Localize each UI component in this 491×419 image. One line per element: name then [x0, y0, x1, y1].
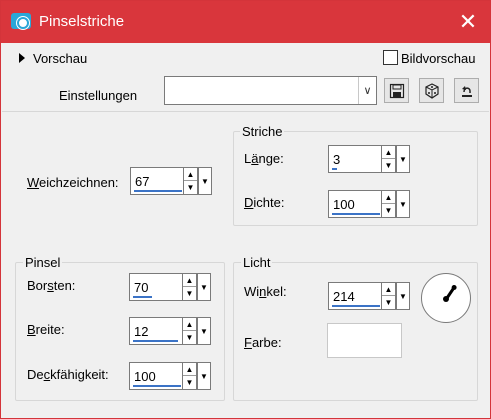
opacity-label: Deckfähigkeit: — [27, 367, 109, 382]
bristles-stepper[interactable]: 70 ▲ ▼ ▼ — [129, 273, 213, 301]
width-label: Breite: — [27, 322, 65, 337]
image-preview-checkbox[interactable] — [383, 50, 398, 65]
decrement-icon[interactable]: ▼ — [382, 296, 395, 309]
close-icon: ✕ — [458, 9, 478, 34]
title-bar[interactable]: Pinselstriche ✕ — [1, 1, 490, 43]
increment-icon[interactable]: ▲ — [183, 318, 196, 331]
bristles-level-line — [133, 296, 152, 298]
slider-dropdown-icon[interactable]: ▼ — [396, 282, 410, 310]
increment-icon[interactable]: ▲ — [183, 274, 196, 287]
width-level-line — [133, 340, 178, 342]
brush-group-title: Pinsel — [23, 255, 63, 270]
angle-stepper[interactable]: 214 ▲ ▼ ▼ — [328, 282, 412, 310]
settings-combobox[interactable]: ∨ — [164, 76, 377, 105]
reset-icon — [461, 85, 472, 97]
opacity-stepper[interactable]: 100 ▲ ▼ ▼ — [129, 362, 213, 390]
light-group-title: Licht — [241, 255, 273, 270]
randomize-button[interactable] — [419, 78, 444, 103]
width-stepper[interactable]: 12 ▲ ▼ ▼ — [129, 317, 213, 345]
save-icon — [389, 83, 404, 98]
decrement-icon[interactable]: ▼ — [382, 204, 395, 217]
window-title: Pinselstriche — [39, 13, 125, 30]
angle-input[interactable]: 214 — [328, 282, 382, 310]
bristles-label: Borsten: — [27, 278, 76, 293]
triangle-right-icon[interactable] — [19, 53, 25, 63]
slider-dropdown-icon[interactable]: ▼ — [197, 362, 211, 390]
slider-dropdown-icon[interactable]: ▼ — [197, 317, 211, 345]
settings-label: Einstellungen — [59, 88, 138, 103]
dialog-window: Pinselstriche ✕ Vorschau Bildvorschau Ei… — [0, 0, 491, 419]
increment-icon[interactable]: ▲ — [184, 168, 197, 181]
density-input[interactable]: 100 — [328, 190, 382, 218]
decrement-icon[interactable]: ▼ — [183, 331, 196, 344]
reset-button[interactable] — [454, 78, 479, 103]
dial-hub — [443, 296, 449, 302]
length-input[interactable]: 3 — [328, 145, 382, 173]
blur-level-line — [134, 190, 182, 192]
camera-app-icon — [11, 13, 31, 29]
opacity-level-line — [133, 385, 181, 387]
bristles-input[interactable]: 70 — [129, 273, 183, 301]
angle-label: Winkel: — [244, 284, 287, 299]
length-level-line — [332, 168, 337, 170]
color-label: Farbe: — [244, 335, 282, 350]
increment-icon[interactable]: ▲ — [382, 191, 395, 204]
image-preview-label[interactable]: Bildvorschau — [401, 51, 475, 66]
chevron-down-icon[interactable]: ∨ — [358, 77, 376, 104]
decrement-icon[interactable]: ▼ — [183, 376, 196, 389]
blur-input[interactable]: 67 — [130, 167, 184, 195]
blur-stepper[interactable]: 67 ▲ ▼ ▼ — [130, 167, 214, 195]
slider-dropdown-icon[interactable]: ▼ — [197, 273, 211, 301]
slider-dropdown-icon[interactable]: ▼ — [396, 190, 410, 218]
increment-icon[interactable]: ▲ — [382, 146, 395, 159]
slider-dropdown-icon[interactable]: ▼ — [396, 145, 410, 173]
opacity-input[interactable]: 100 — [129, 362, 183, 390]
slider-dropdown-icon[interactable]: ▼ — [198, 167, 212, 195]
dice-icon — [424, 82, 439, 99]
increment-icon[interactable]: ▲ — [183, 363, 196, 376]
preview-label[interactable]: Vorschau — [33, 51, 87, 66]
length-label: Länge: — [244, 151, 284, 166]
angle-dial[interactable] — [421, 273, 471, 323]
density-level-line — [332, 213, 380, 215]
strokes-group-title: Striche — [240, 124, 285, 139]
decrement-icon[interactable]: ▼ — [183, 287, 196, 300]
increment-icon[interactable]: ▲ — [382, 283, 395, 296]
close-button[interactable]: ✕ — [446, 1, 490, 43]
length-stepper[interactable]: 3 ▲ ▼ ▼ — [328, 145, 412, 173]
blur-label: Weichzeichnen: — [27, 175, 119, 190]
density-label: Dichte: — [244, 195, 285, 210]
save-settings-button[interactable] — [384, 78, 409, 103]
decrement-icon[interactable]: ▼ — [382, 159, 395, 172]
density-stepper[interactable]: 100 ▲ ▼ ▼ — [328, 190, 412, 218]
angle-level-line — [332, 305, 380, 307]
width-input[interactable]: 12 — [129, 317, 183, 345]
decrement-icon[interactable]: ▼ — [184, 181, 197, 194]
color-swatch[interactable] — [327, 323, 402, 358]
